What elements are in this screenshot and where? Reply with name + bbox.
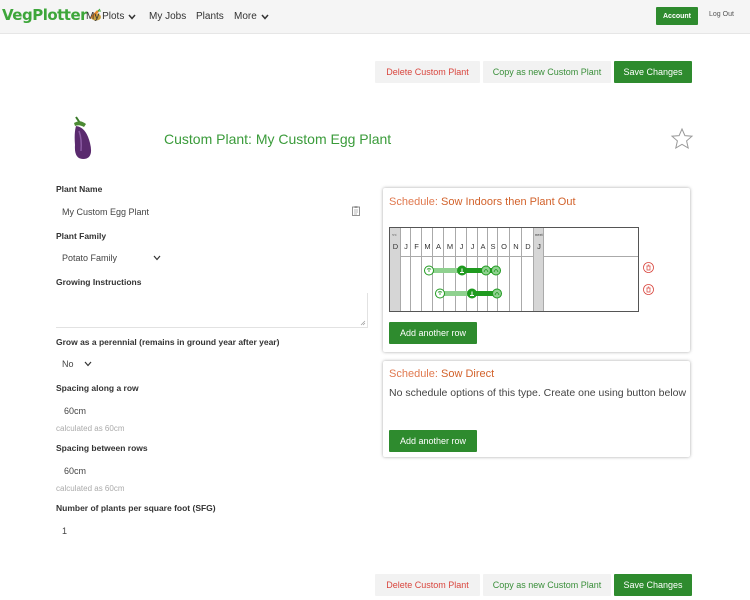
chevron-down-icon [128,14,136,20]
delete-row-icon[interactable] [643,262,654,273]
plant-family-label: Plant Family [56,231,107,241]
add-another-row-button[interactable]: Add another row [389,322,477,344]
no-schedule-message: No schedule options of this type. Create… [389,387,687,399]
chevron-down-icon[interactable] [84,361,92,367]
spacing-row-input[interactable]: 60cm [64,406,86,416]
star-icon[interactable] [670,127,694,151]
nav-my-jobs-label: My Jobs [149,11,187,22]
schedule-name: Sow Indoors then Plant Out [440,196,576,208]
plant-name-input[interactable]: My Custom Egg Plant [62,207,149,217]
harvest-icon [492,288,502,299]
schedule-row-2[interactable] [435,288,502,299]
copy-custom-plant-button[interactable]: Copy as new Custom Plant [483,61,611,83]
resize-handle-icon[interactable] [360,320,366,326]
chevron-down-icon [261,14,269,20]
logo-text: VegPlotter [2,6,88,24]
nav-my-jobs[interactable]: My Jobs [149,11,186,22]
spacing-row-label: Spacing along a row [56,383,139,393]
nav-my-plots[interactable]: My Plots [86,11,136,22]
growing-instructions-textarea[interactable] [56,293,368,328]
harvest-icon [491,265,501,276]
page-title: Custom Plant: My Custom Egg Plant [164,131,392,147]
account-button[interactable]: Account [656,7,698,25]
nav-my-plots-label: My Plots [86,11,125,22]
chevron-down-icon[interactable] [153,255,161,261]
growing-instructions-label: Growing Instructions [56,277,142,287]
nav-more[interactable]: More [234,11,269,22]
plant-name-label: Plant Name [56,184,103,194]
sfg-input[interactable]: 1 [62,526,67,536]
schedule-row-1[interactable] [424,265,501,276]
nav-plants[interactable]: Plants [196,11,224,22]
save-changes-button[interactable]: Save Changes [614,61,692,83]
schedule-prefix: Schedule: [389,196,441,208]
spacing-between-input[interactable]: 60cm [64,466,86,476]
nav-more-label: More [234,11,257,22]
spacing-between-hint: calculated as 60cm [56,484,125,493]
copy-custom-plant-button[interactable]: Copy as new Custom Plant [483,574,611,596]
perennial-select[interactable]: No [62,359,74,369]
schedule-calendar: << D J F M A M J J A S O N D next J [389,227,639,312]
nav-plants-label: Plants [196,11,224,22]
delete-row-icon[interactable] [643,284,654,295]
harvest-icon [481,265,491,276]
spacing-row-hint: calculated as 60cm [56,424,125,433]
save-changes-button[interactable]: Save Changes [614,574,692,596]
schedule-prefix: Schedule: [389,368,441,380]
add-another-row-button[interactable]: Add another row [389,430,477,452]
spacing-between-label: Spacing between rows [56,443,148,453]
delete-custom-plant-button[interactable]: Delete Custom Plant [375,574,480,596]
schedule-title: Schedule: Sow Indoors then Plant Out [389,196,576,208]
plant-family-select[interactable]: Potato Family [62,253,117,263]
clipboard-icon[interactable] [352,206,360,216]
eggplant-image [74,116,92,159]
schedule-name: Sow Direct [440,368,495,380]
schedule-sow-direct-card: Schedule: Sow Direct No schedule options… [383,361,690,457]
top-navbar: VegPlotter My Plots My Jobs Plants More … [0,0,750,34]
perennial-label: Grow as a perennial (remains in ground y… [56,337,280,347]
sfg-label: Number of plants per square foot (SFG) [56,503,216,513]
delete-custom-plant-button[interactable]: Delete Custom Plant [375,61,480,83]
logout-link[interactable]: Log Out [709,11,734,18]
schedule-bars [424,265,502,299]
schedule-title: Schedule: Sow Direct [389,368,494,380]
